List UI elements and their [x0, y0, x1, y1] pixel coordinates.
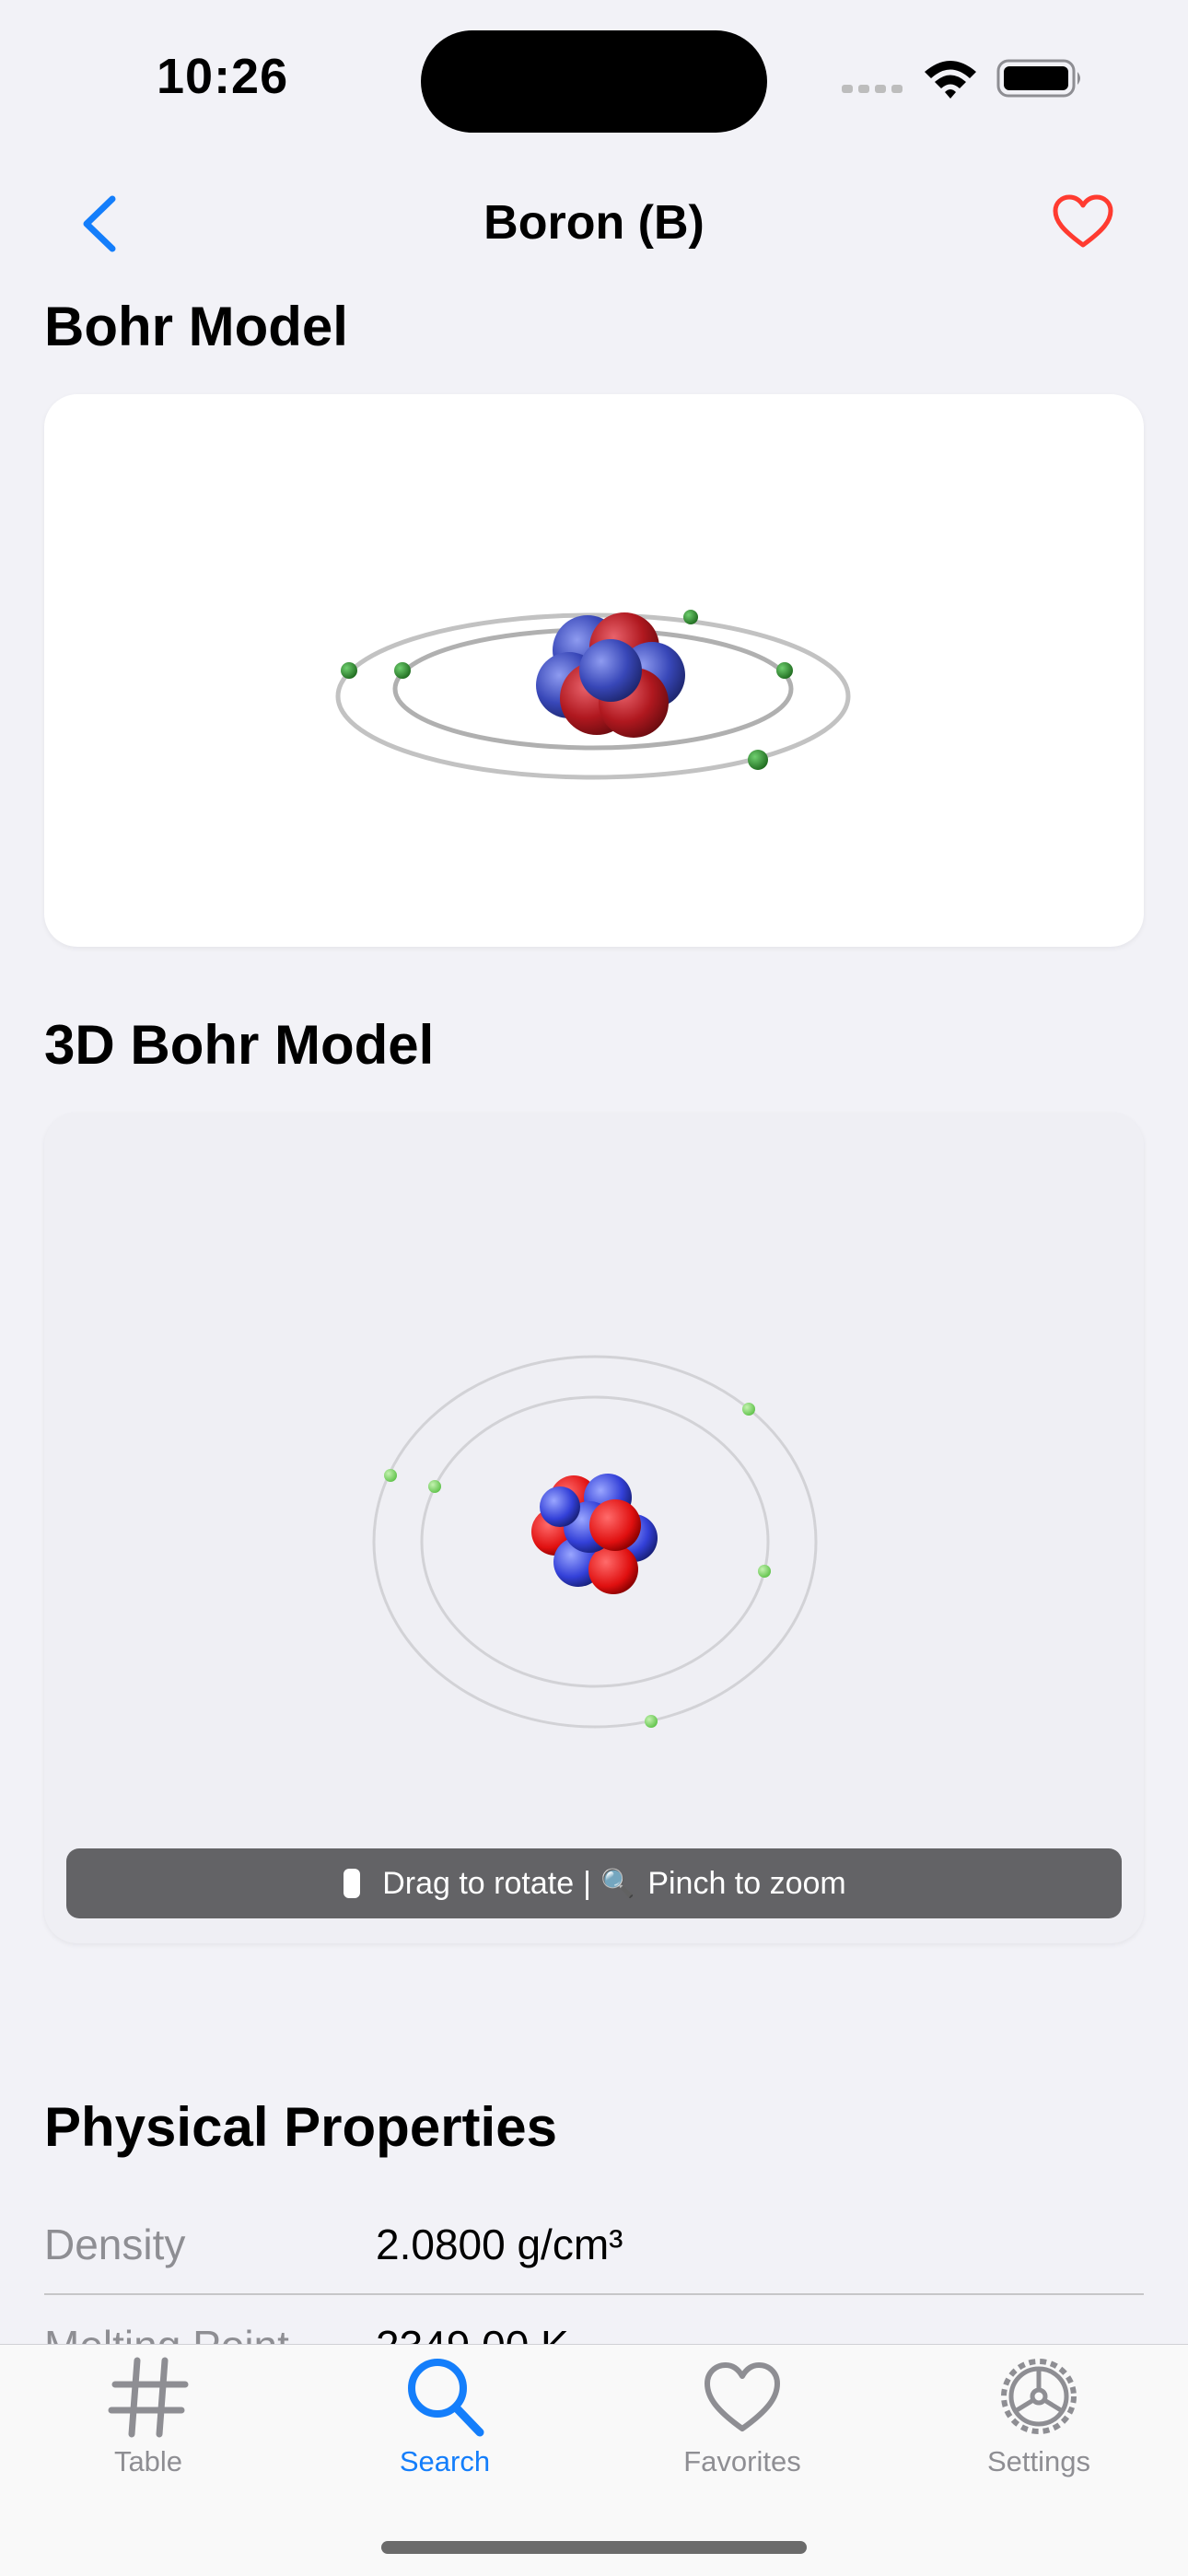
dynamic-island — [421, 30, 767, 133]
hand-icon — [344, 1869, 361, 1898]
tab-table[interactable]: Table — [19, 2353, 277, 2491]
hint-zoom-text: Pinch to zoom — [647, 1865, 846, 1901]
tab-settings[interactable]: Settings — [910, 2353, 1168, 2491]
tab-search-label: Search — [399, 2445, 491, 2477]
bohr-model-card — [44, 394, 1144, 947]
bohr-model-diagram — [335, 610, 851, 780]
tab-search[interactable]: Search — [316, 2353, 574, 2491]
home-indicator[interactable] — [381, 2541, 807, 2554]
hint-drag-text: Drag to rotate — [382, 1865, 575, 1901]
tab-favorites[interactable]: Favorites — [613, 2353, 871, 2491]
tab-settings-label: Settings — [986, 2445, 1090, 2477]
grid-icon — [108, 2357, 189, 2438]
cellular-signal-icon — [842, 85, 903, 93]
hint-separator: | — [583, 1865, 591, 1901]
bohr-3d-viewer[interactable] — [44, 1113, 1144, 1943]
wifi-icon — [925, 61, 976, 99]
physical-properties-title: Physical Properties — [44, 2096, 557, 2158]
bohr-3d-diagram[interactable] — [44, 1113, 1144, 1943]
heart-icon — [705, 2362, 780, 2431]
bohr-model-title: Bohr Model — [44, 296, 348, 357]
search-icon — [408, 2359, 484, 2437]
page-title: Boron (B) — [483, 196, 705, 250]
property-label-density: Density — [44, 2220, 186, 2268]
status-time: 10:26 — [157, 49, 289, 104]
magnifier-icon: 🔍 — [600, 1868, 635, 1899]
favorite-heart-icon[interactable] — [1052, 193, 1114, 251]
tab-favorites-label: Favorites — [683, 2445, 801, 2477]
battery-icon — [996, 59, 1080, 98]
property-value-density: 2.0800 g/cm³ — [376, 2220, 623, 2268]
nucleus-3d — [531, 1474, 658, 1594]
gear-icon — [1001, 2359, 1077, 2434]
bohr-3d-title: 3D Bohr Model — [44, 1014, 435, 1076]
tab-table-label: Table — [113, 2445, 183, 2477]
interaction-hint: Drag to rotate | 🔍 Pinch to zoom — [66, 1848, 1122, 1918]
row-divider — [44, 2293, 1144, 2295]
